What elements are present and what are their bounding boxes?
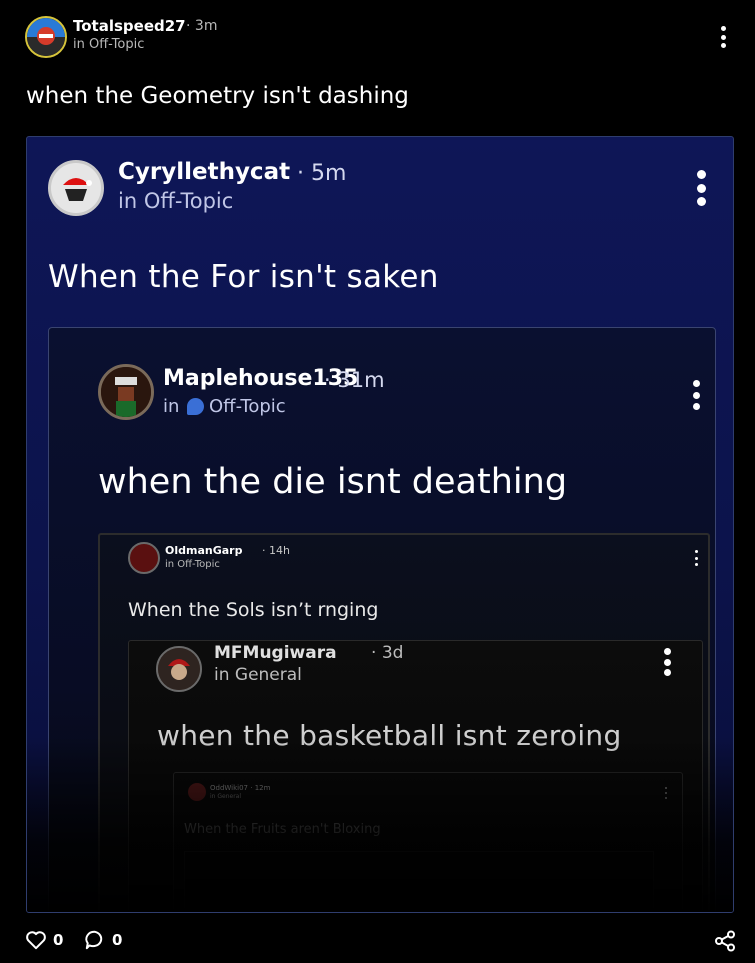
post-menu-icon[interactable] <box>720 26 726 48</box>
embed1-category: in Off-Topic <box>118 189 234 213</box>
embed5-menu-icon <box>664 787 667 799</box>
embed1-time-value: 5m <box>311 161 347 186</box>
embed3-title: When the Sols isn’t rnging <box>128 599 379 621</box>
embed1-avatar <box>48 160 104 216</box>
embed4-avatar <box>156 646 202 692</box>
embed3-username: OldmanGarp <box>165 544 243 557</box>
embed6-card <box>184 851 654 912</box>
embed3-category: in Off-Topic <box>165 559 220 570</box>
embed4-category: in General <box>214 665 302 685</box>
embed4-card: MFMugiwara · 3d in General when the bask… <box>128 640 703 912</box>
embed1-timestamp: · 5m <box>297 161 347 186</box>
embed1-username: Cyryllethycat <box>118 159 291 185</box>
embed5-card: OddWiki07 · 12m in General When the Frui… <box>173 772 683 912</box>
share-icon[interactable] <box>714 930 736 952</box>
comment-button[interactable]: 0 <box>84 930 122 950</box>
embed2-timestamp: · 31m <box>324 368 385 392</box>
embed4-username: MFMugiwara <box>214 643 337 663</box>
like-button[interactable]: 0 <box>25 930 63 950</box>
author-username[interactable]: Totalspeed27 <box>73 17 186 35</box>
embed3-time-value: 14h <box>269 544 290 557</box>
post-title: when the Geometry isn't dashing <box>26 83 409 109</box>
embed4-menu-icon <box>664 648 671 676</box>
embed2-category-prefix: in <box>163 396 180 417</box>
heart-icon <box>26 931 46 950</box>
embed5-avatar <box>188 783 206 801</box>
embed5-username: OddWiki07 · 12m <box>210 784 271 792</box>
embed3-timestamp: · 14h <box>262 544 290 557</box>
embed5-category: in General <box>210 793 242 800</box>
post-category[interactable]: in Off-Topic <box>73 37 144 52</box>
author-avatar[interactable] <box>25 16 67 58</box>
speech-bubble-icon <box>187 398 204 415</box>
embed5-title: When the Fruits aren't Bloxing <box>184 822 381 837</box>
embed3-menu-icon <box>694 550 698 566</box>
comment-count: 0 <box>112 931 123 949</box>
like-count: 0 <box>53 931 64 949</box>
embed1-menu-icon <box>697 170 706 206</box>
post-time-value: 3m <box>194 18 218 34</box>
embed2-time-value: 31m <box>337 368 385 392</box>
embed4-time-value: 3d <box>381 643 404 663</box>
embed3-card: OldmanGarp · 14h in Off-Topic When the S… <box>98 533 710 912</box>
embed3-avatar <box>128 542 160 574</box>
embed2-category: Off-Topic <box>209 396 286 417</box>
embed2-title: when the die isnt deathing <box>98 462 568 502</box>
embed2-avatar <box>98 364 154 420</box>
comment-icon <box>85 930 103 950</box>
embed2-card: Maplehouse135 · 31m in Off-Topic when th… <box>48 327 716 912</box>
embed2-menu-icon <box>692 380 700 410</box>
post-timestamp: · 3m <box>186 18 218 34</box>
post-image[interactable]: Cyryllethycat · 5m in Off-Topic When the… <box>26 136 734 913</box>
embed4-timestamp: · 3d <box>371 643 404 663</box>
embed1-title: When the For isn't saken <box>48 259 439 295</box>
embed4-title: when the basketball isnt zeroing <box>157 719 622 752</box>
